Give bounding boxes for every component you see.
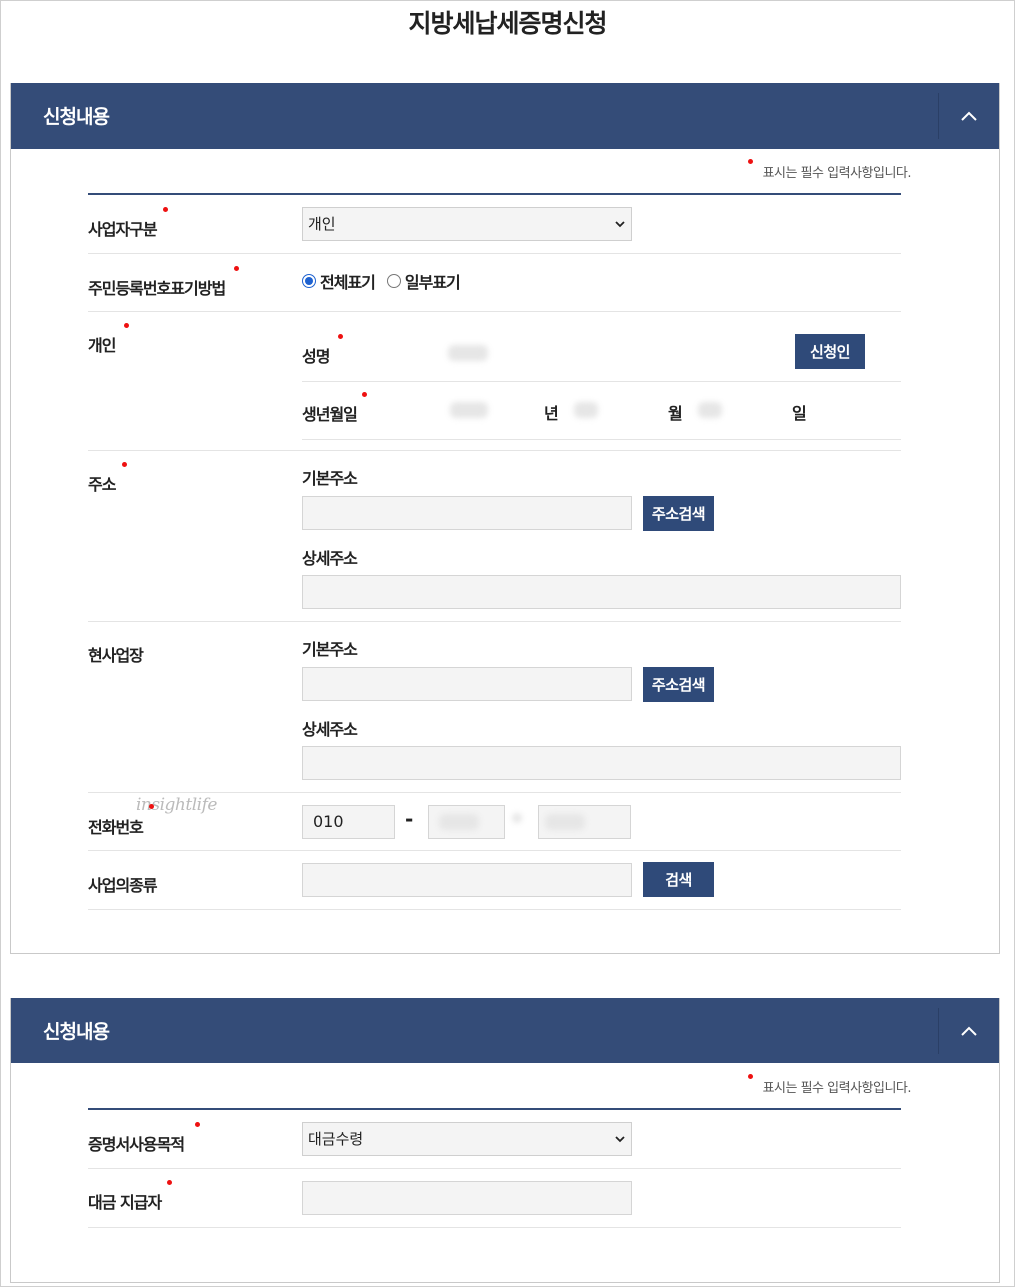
required-dot-icon <box>149 804 154 809</box>
radio-partial-label[interactable]: 일부표기 <box>405 269 461 293</box>
business-type-select[interactable]: 개인 <box>302 207 632 241</box>
address-label: 주소 <box>88 475 116 494</box>
phone-label: 전화번호 <box>88 818 144 837</box>
chevron-down-icon <box>615 1136 625 1143</box>
phone-dash-redacted <box>512 813 522 823</box>
phone-first-input[interactable]: 010 <box>302 805 395 839</box>
business-kind-search-button[interactable]: 검색 <box>643 862 714 897</box>
required-dot-icon <box>748 1074 753 1079</box>
panel-title-2: 신청내용 <box>43 1021 110 1043</box>
workplace-detail-address-input[interactable] <box>302 746 901 780</box>
divider <box>302 439 901 440</box>
panel-header: 신청내용 <box>11 83 999 149</box>
required-dot-icon <box>195 1122 200 1127</box>
required-note-2: 표시는 필수 입력사항입니다. <box>762 1081 912 1096</box>
workplace-address-search-button[interactable]: 주소검색 <box>643 667 714 702</box>
row-business-type: 사업자구분 개인 <box>88 195 901 254</box>
row-rrn-method: 주민등록번호표기방법 전체표기 일부표기 <box>88 254 901 312</box>
month-unit: 월 <box>668 404 683 423</box>
collapse-toggle-button-2[interactable] <box>938 1008 999 1054</box>
required-dot-icon <box>234 266 239 271</box>
workplace-label: 현사업장 <box>88 646 144 665</box>
row-phone: insightlife 전화번호 010 - <box>88 793 901 851</box>
panel-title: 신청내용 <box>43 106 110 128</box>
chevron-up-icon <box>961 111 977 121</box>
phone-last-redacted <box>545 814 585 830</box>
radio-full-label[interactable]: 전체표기 <box>320 269 376 293</box>
rrn-method-radio-group: 전체표기 일부표기 <box>302 269 461 293</box>
phone-dash: - <box>405 807 413 831</box>
collapse-toggle-button[interactable] <box>938 93 999 139</box>
panel-header-2: 신청내용 <box>11 998 999 1063</box>
address-search-button[interactable]: 주소검색 <box>643 496 714 531</box>
required-note: 표시는 필수 입력사항입니다. <box>762 166 912 181</box>
page-title: 지방세납세증명신청 <box>408 9 607 38</box>
birth-label: 생년월일 <box>302 405 358 424</box>
workplace-detail-address-label: 상세주소 <box>302 720 358 739</box>
name-value-redacted <box>448 345 488 361</box>
required-dot-icon <box>163 207 168 212</box>
phone-middle-input[interactable] <box>428 805 505 839</box>
rrn-method-label: 주민등록번호표기방법 <box>88 279 226 298</box>
basic-address-label: 기본주소 <box>302 469 358 488</box>
workplace-basic-address-input[interactable] <box>302 667 632 701</box>
applicant-button[interactable]: 신청인 <box>795 334 865 369</box>
person-label: 개인 <box>88 336 116 355</box>
business-kind-input[interactable] <box>302 863 632 897</box>
row-payer: 대금 지급자 <box>88 1169 901 1228</box>
row-workplace: 현사업장 기본주소 주소검색 상세주소 <box>88 622 901 793</box>
detail-address-label: 상세주소 <box>302 549 358 568</box>
radio-full[interactable] <box>302 274 316 288</box>
business-kind-label: 사업의종류 <box>88 876 158 895</box>
divider <box>302 381 901 382</box>
required-dot-icon <box>122 462 127 467</box>
required-dot-icon <box>167 1180 172 1185</box>
required-dot-icon <box>338 334 343 339</box>
name-label: 성명 <box>302 347 330 366</box>
workplace-basic-address-label: 기본주소 <box>302 640 358 659</box>
row-address: 주소 기본주소 주소검색 상세주소 <box>88 451 901 622</box>
payer-input[interactable] <box>302 1181 632 1215</box>
row-person: 개인 성명 신청인 생년월일 년 월 일 <box>88 312 901 451</box>
birth-year-redacted <box>450 402 488 418</box>
business-type-label: 사업자구분 <box>88 220 158 239</box>
chevron-up-icon <box>961 1026 977 1036</box>
row-purpose: 증명서사용목적 대금수령 <box>88 1110 901 1169</box>
phone-middle-redacted <box>439 814 479 830</box>
year-unit: 년 <box>544 404 559 423</box>
required-dot-icon <box>362 392 367 397</box>
payer-label: 대금 지급자 <box>88 1193 162 1212</box>
birth-day-redacted <box>698 402 722 418</box>
day-unit: 일 <box>792 404 807 423</box>
birth-month-redacted <box>574 402 598 418</box>
required-dot-icon <box>748 159 753 164</box>
radio-partial[interactable] <box>386 274 401 288</box>
phone-last-input[interactable] <box>538 805 631 839</box>
basic-address-input[interactable] <box>302 496 632 530</box>
purpose-form: 증명서사용목적 대금수령 대금 지급자 <box>88 1108 901 1228</box>
chevron-down-icon <box>615 221 625 228</box>
row-business-kind: 사업의종류 검색 <box>88 851 901 910</box>
purpose-select[interactable]: 대금수령 <box>302 1122 632 1156</box>
application-form: 사업자구분 개인 주민등록번호표기방법 전체표기 일부표기 개인 성명 신청인 … <box>88 193 901 910</box>
detail-address-input[interactable] <box>302 575 901 609</box>
purpose-label: 증명서사용목적 <box>88 1135 185 1154</box>
required-dot-icon <box>124 323 129 328</box>
